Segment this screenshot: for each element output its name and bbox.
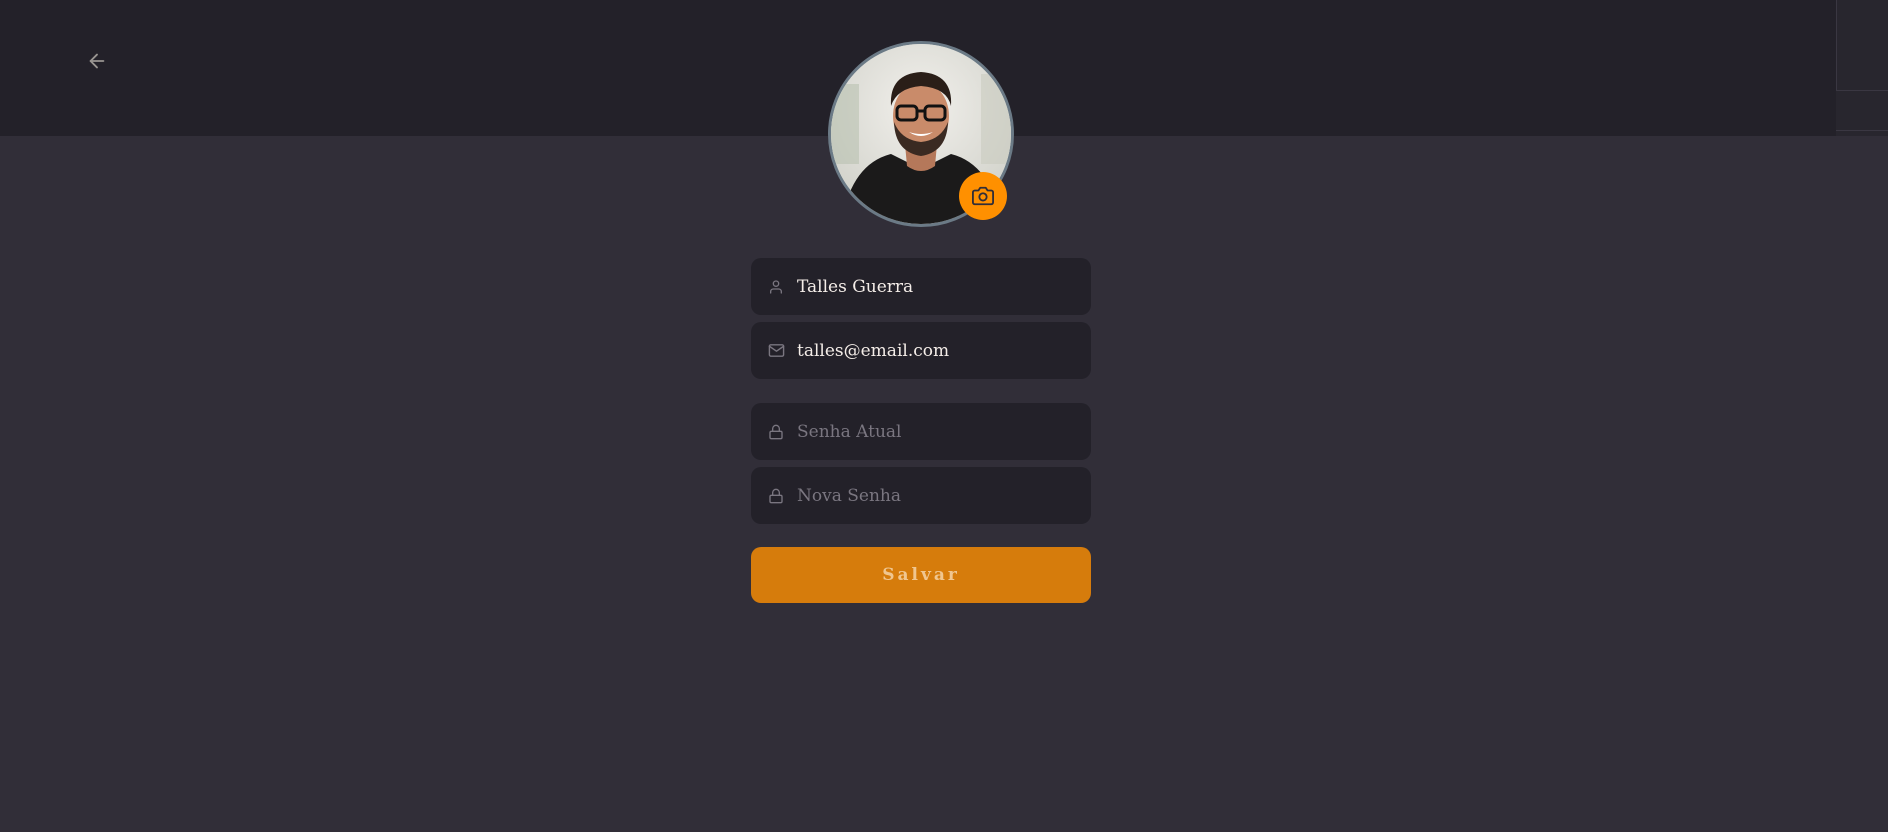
lock-icon: [767, 487, 785, 505]
mail-icon: [767, 342, 785, 360]
change-avatar-button[interactable]: [959, 172, 1007, 220]
new-password-field[interactable]: Nova Senha: [751, 467, 1091, 524]
arrow-left-icon: [89, 53, 105, 69]
name-value: Talles Guerra: [797, 276, 914, 297]
current-password-field[interactable]: Senha Atual: [751, 403, 1091, 460]
avatar-container: [828, 41, 1014, 227]
new-password-placeholder: Nova Senha: [797, 485, 901, 506]
back-button[interactable]: [82, 46, 112, 76]
email-field[interactable]: talles@email.com: [751, 322, 1091, 379]
user-icon: [767, 278, 785, 296]
save-button-label: Salvar: [882, 565, 960, 585]
side-panel-strip: [1836, 0, 1888, 136]
name-field[interactable]: Talles Guerra: [751, 258, 1091, 315]
camera-icon: [972, 186, 994, 206]
email-value: talles@email.com: [797, 340, 950, 361]
current-password-placeholder: Senha Atual: [797, 421, 902, 442]
lock-icon: [767, 423, 785, 441]
save-button[interactable]: Salvar: [751, 547, 1091, 603]
